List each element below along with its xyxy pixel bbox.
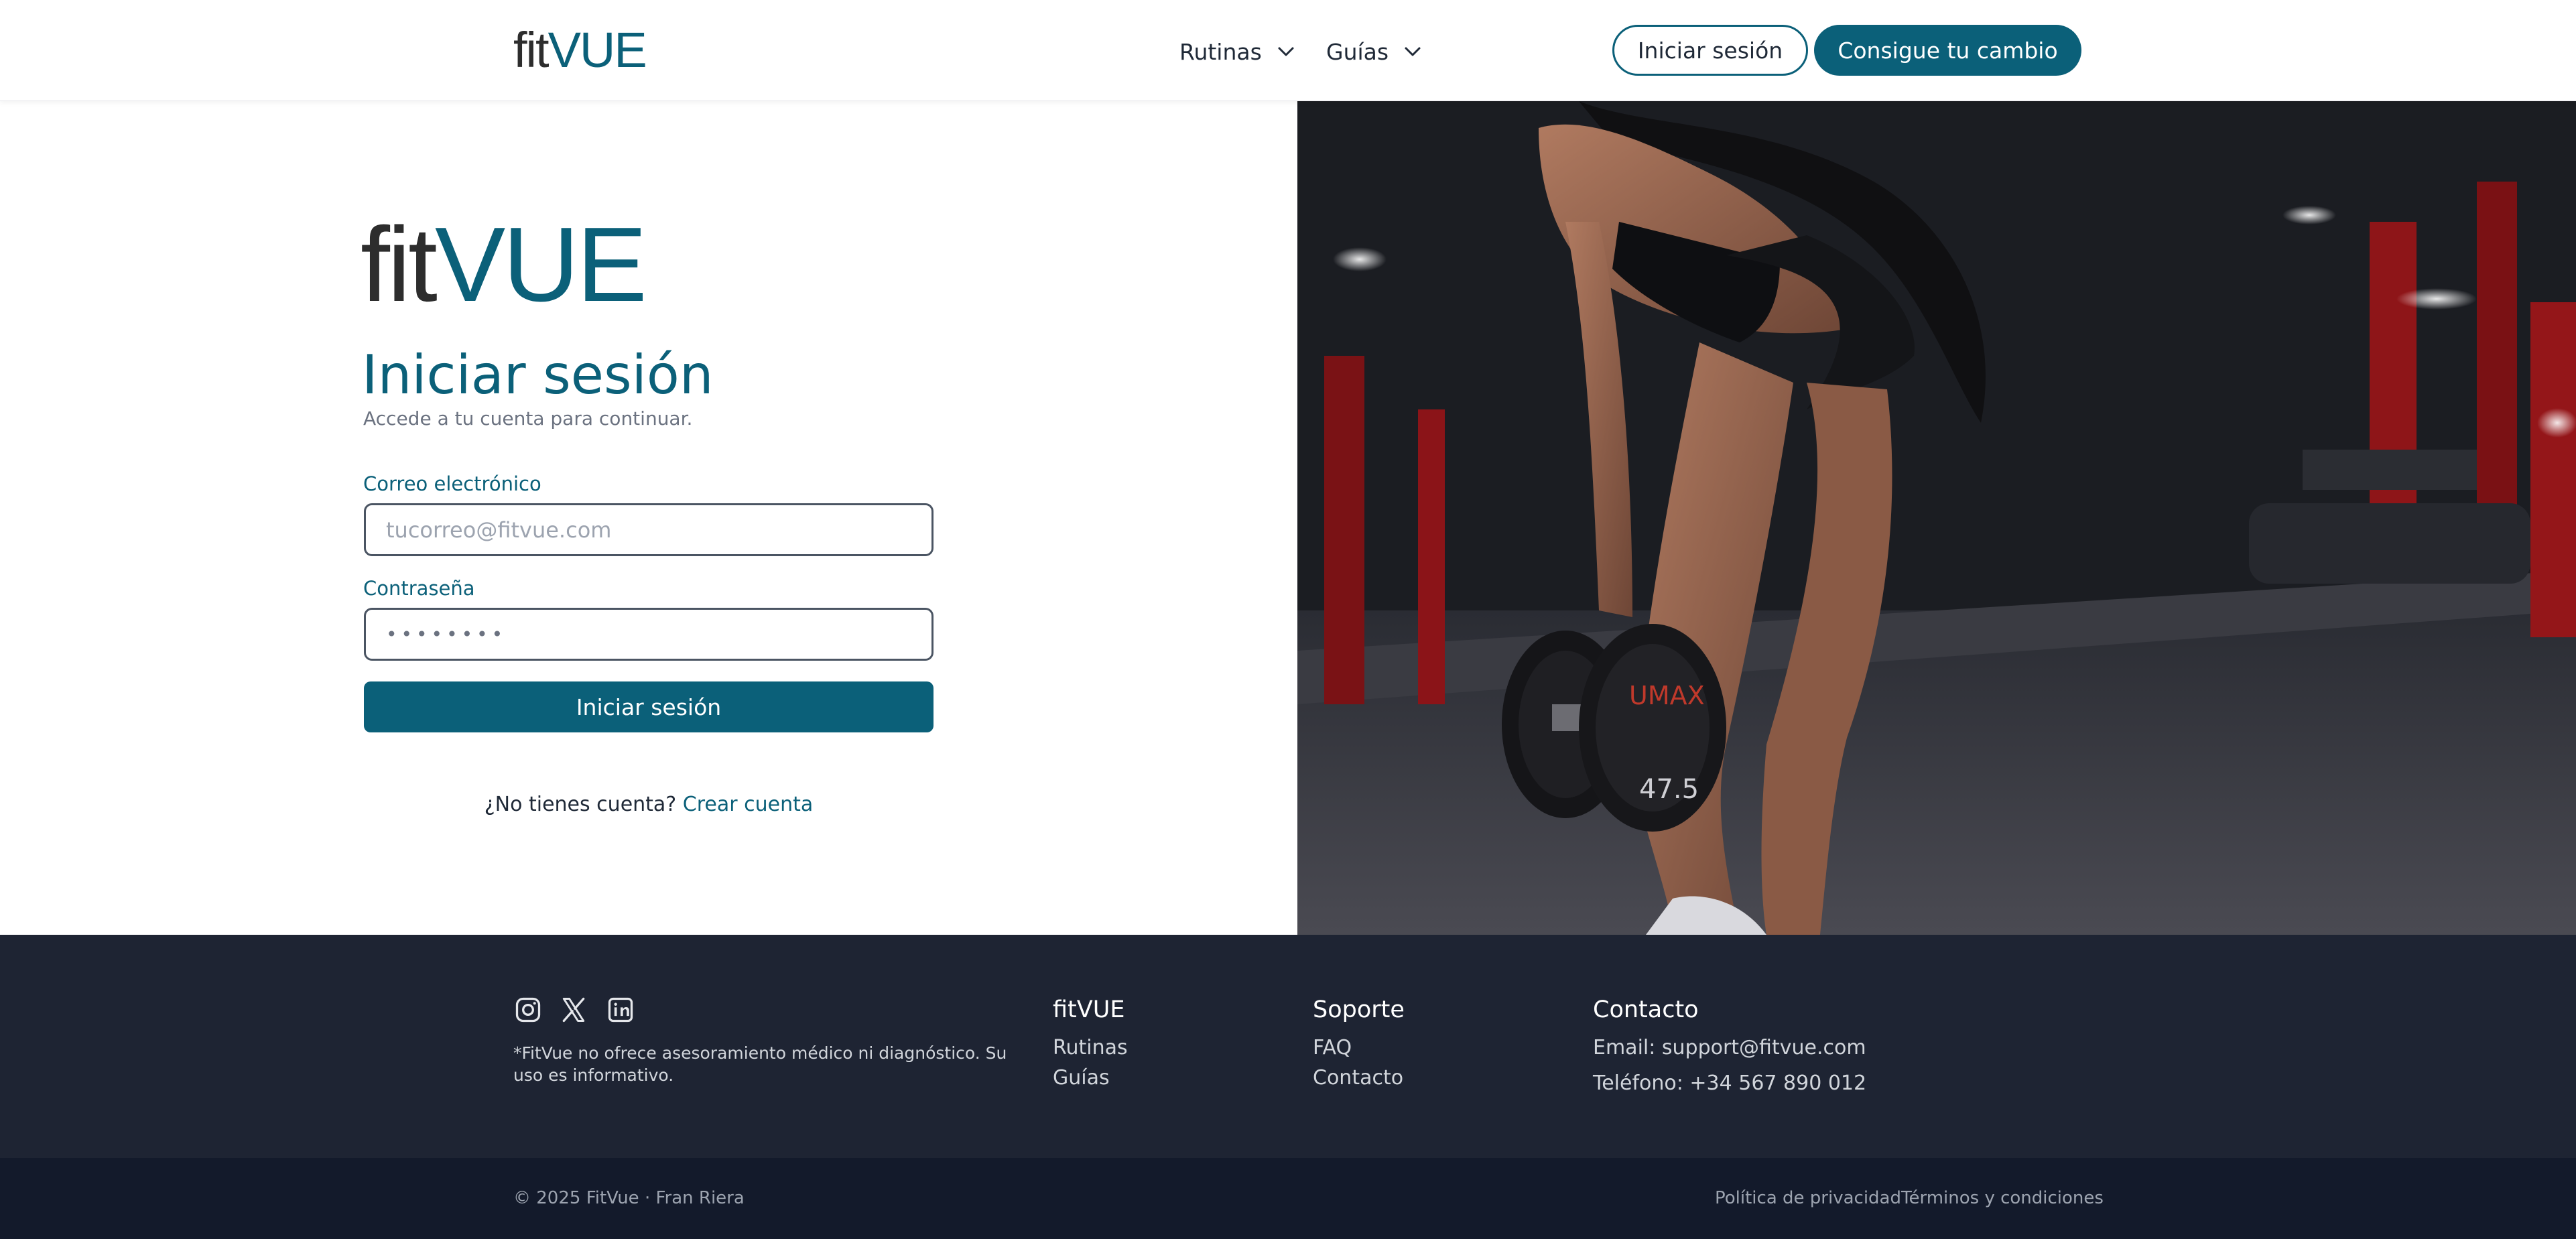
footer-col-support-title: Soporte xyxy=(1313,996,1405,1023)
privacy-policy-link[interactable]: Política de privacidad xyxy=(1715,1187,1901,1210)
footer-email[interactable]: Email: support@fitvue.com xyxy=(1593,1035,1866,1061)
password-field[interactable]: •••••••• xyxy=(364,608,933,661)
logo-fit-text: fit xyxy=(361,206,438,324)
dumbbell-weight-text: 47.5 xyxy=(1639,774,1699,805)
chevron-down-icon xyxy=(1405,47,1421,56)
login-title: Iniciar sesión xyxy=(362,344,714,406)
footer-col-brand-title: fitVUE xyxy=(1053,996,1125,1023)
dumbbell-brand-text: UMAX xyxy=(1629,681,1705,710)
chevron-down-icon xyxy=(1278,47,1294,56)
nav-rutinas[interactable]: Rutinas xyxy=(1179,35,1299,68)
email-field[interactable]: tucorreo@fitvue.com xyxy=(364,503,933,556)
terms-link[interactable]: Términos y condiciones xyxy=(1901,1187,2104,1210)
header-login-button[interactable]: Iniciar sesión xyxy=(1612,25,1808,76)
x-icon[interactable] xyxy=(559,995,588,1025)
footer-link-rutinas[interactable]: Rutinas xyxy=(1053,1035,1128,1061)
footer-link-guias[interactable]: Guías xyxy=(1053,1065,1110,1092)
signup-prompt-text: ¿No tienes cuenta? xyxy=(484,793,677,816)
signup-prompt: ¿No tienes cuenta? Crear cuenta xyxy=(0,791,1297,818)
logo-vue-text: VUE xyxy=(434,206,647,324)
footer-bottom-bar: © 2025 FitVue · Fran Riera Política de p… xyxy=(0,1158,2576,1239)
top-navbar: fitVUE Rutinas Guías Iniciar sesión Cons… xyxy=(0,0,2576,101)
medical-disclaimer: *FitVue no ofrece asesoramiento médico n… xyxy=(513,1043,1007,1085)
login-subtitle: Accede a tu cuenta para continuar. xyxy=(363,407,693,430)
copyright-text: © 2025 FitVue · Fran Riera xyxy=(513,1188,745,1208)
logo-vue-text: VUE xyxy=(548,22,647,78)
nav-guias-label: Guías xyxy=(1326,38,1389,65)
header-cta-button[interactable]: Consigue tu cambio xyxy=(1814,25,2081,76)
login-logo: fitVUE xyxy=(361,206,647,324)
email-label: Correo electrónico xyxy=(363,472,541,495)
header-logo[interactable]: fitVUE xyxy=(513,22,647,78)
login-submit-button[interactable]: Iniciar sesión xyxy=(364,681,933,732)
create-account-link[interactable]: Crear cuenta xyxy=(683,793,813,816)
footer-phone[interactable]: Teléfono: +34 567 890 012 xyxy=(1593,1070,1866,1097)
nav-rutinas-label: Rutinas xyxy=(1179,38,1262,65)
footer-link-contacto[interactable]: Contacto xyxy=(1313,1065,1403,1092)
instagram-icon[interactable] xyxy=(513,995,543,1025)
nav-guias[interactable]: Guías xyxy=(1326,35,1426,68)
password-label: Contraseña xyxy=(363,577,475,600)
linkedin-icon[interactable] xyxy=(606,995,635,1025)
footer: *FitVue no ofrece asesoramiento médico n… xyxy=(0,935,2576,1158)
gym-photo: UMAX 47.5 xyxy=(1297,101,2576,935)
footer-link-faq[interactable]: FAQ xyxy=(1313,1035,1352,1061)
logo-fit-text: fit xyxy=(513,22,550,78)
hero-image: UMAX 47.5 xyxy=(1297,101,2576,935)
footer-col-contact-title: Contacto xyxy=(1593,996,1699,1023)
